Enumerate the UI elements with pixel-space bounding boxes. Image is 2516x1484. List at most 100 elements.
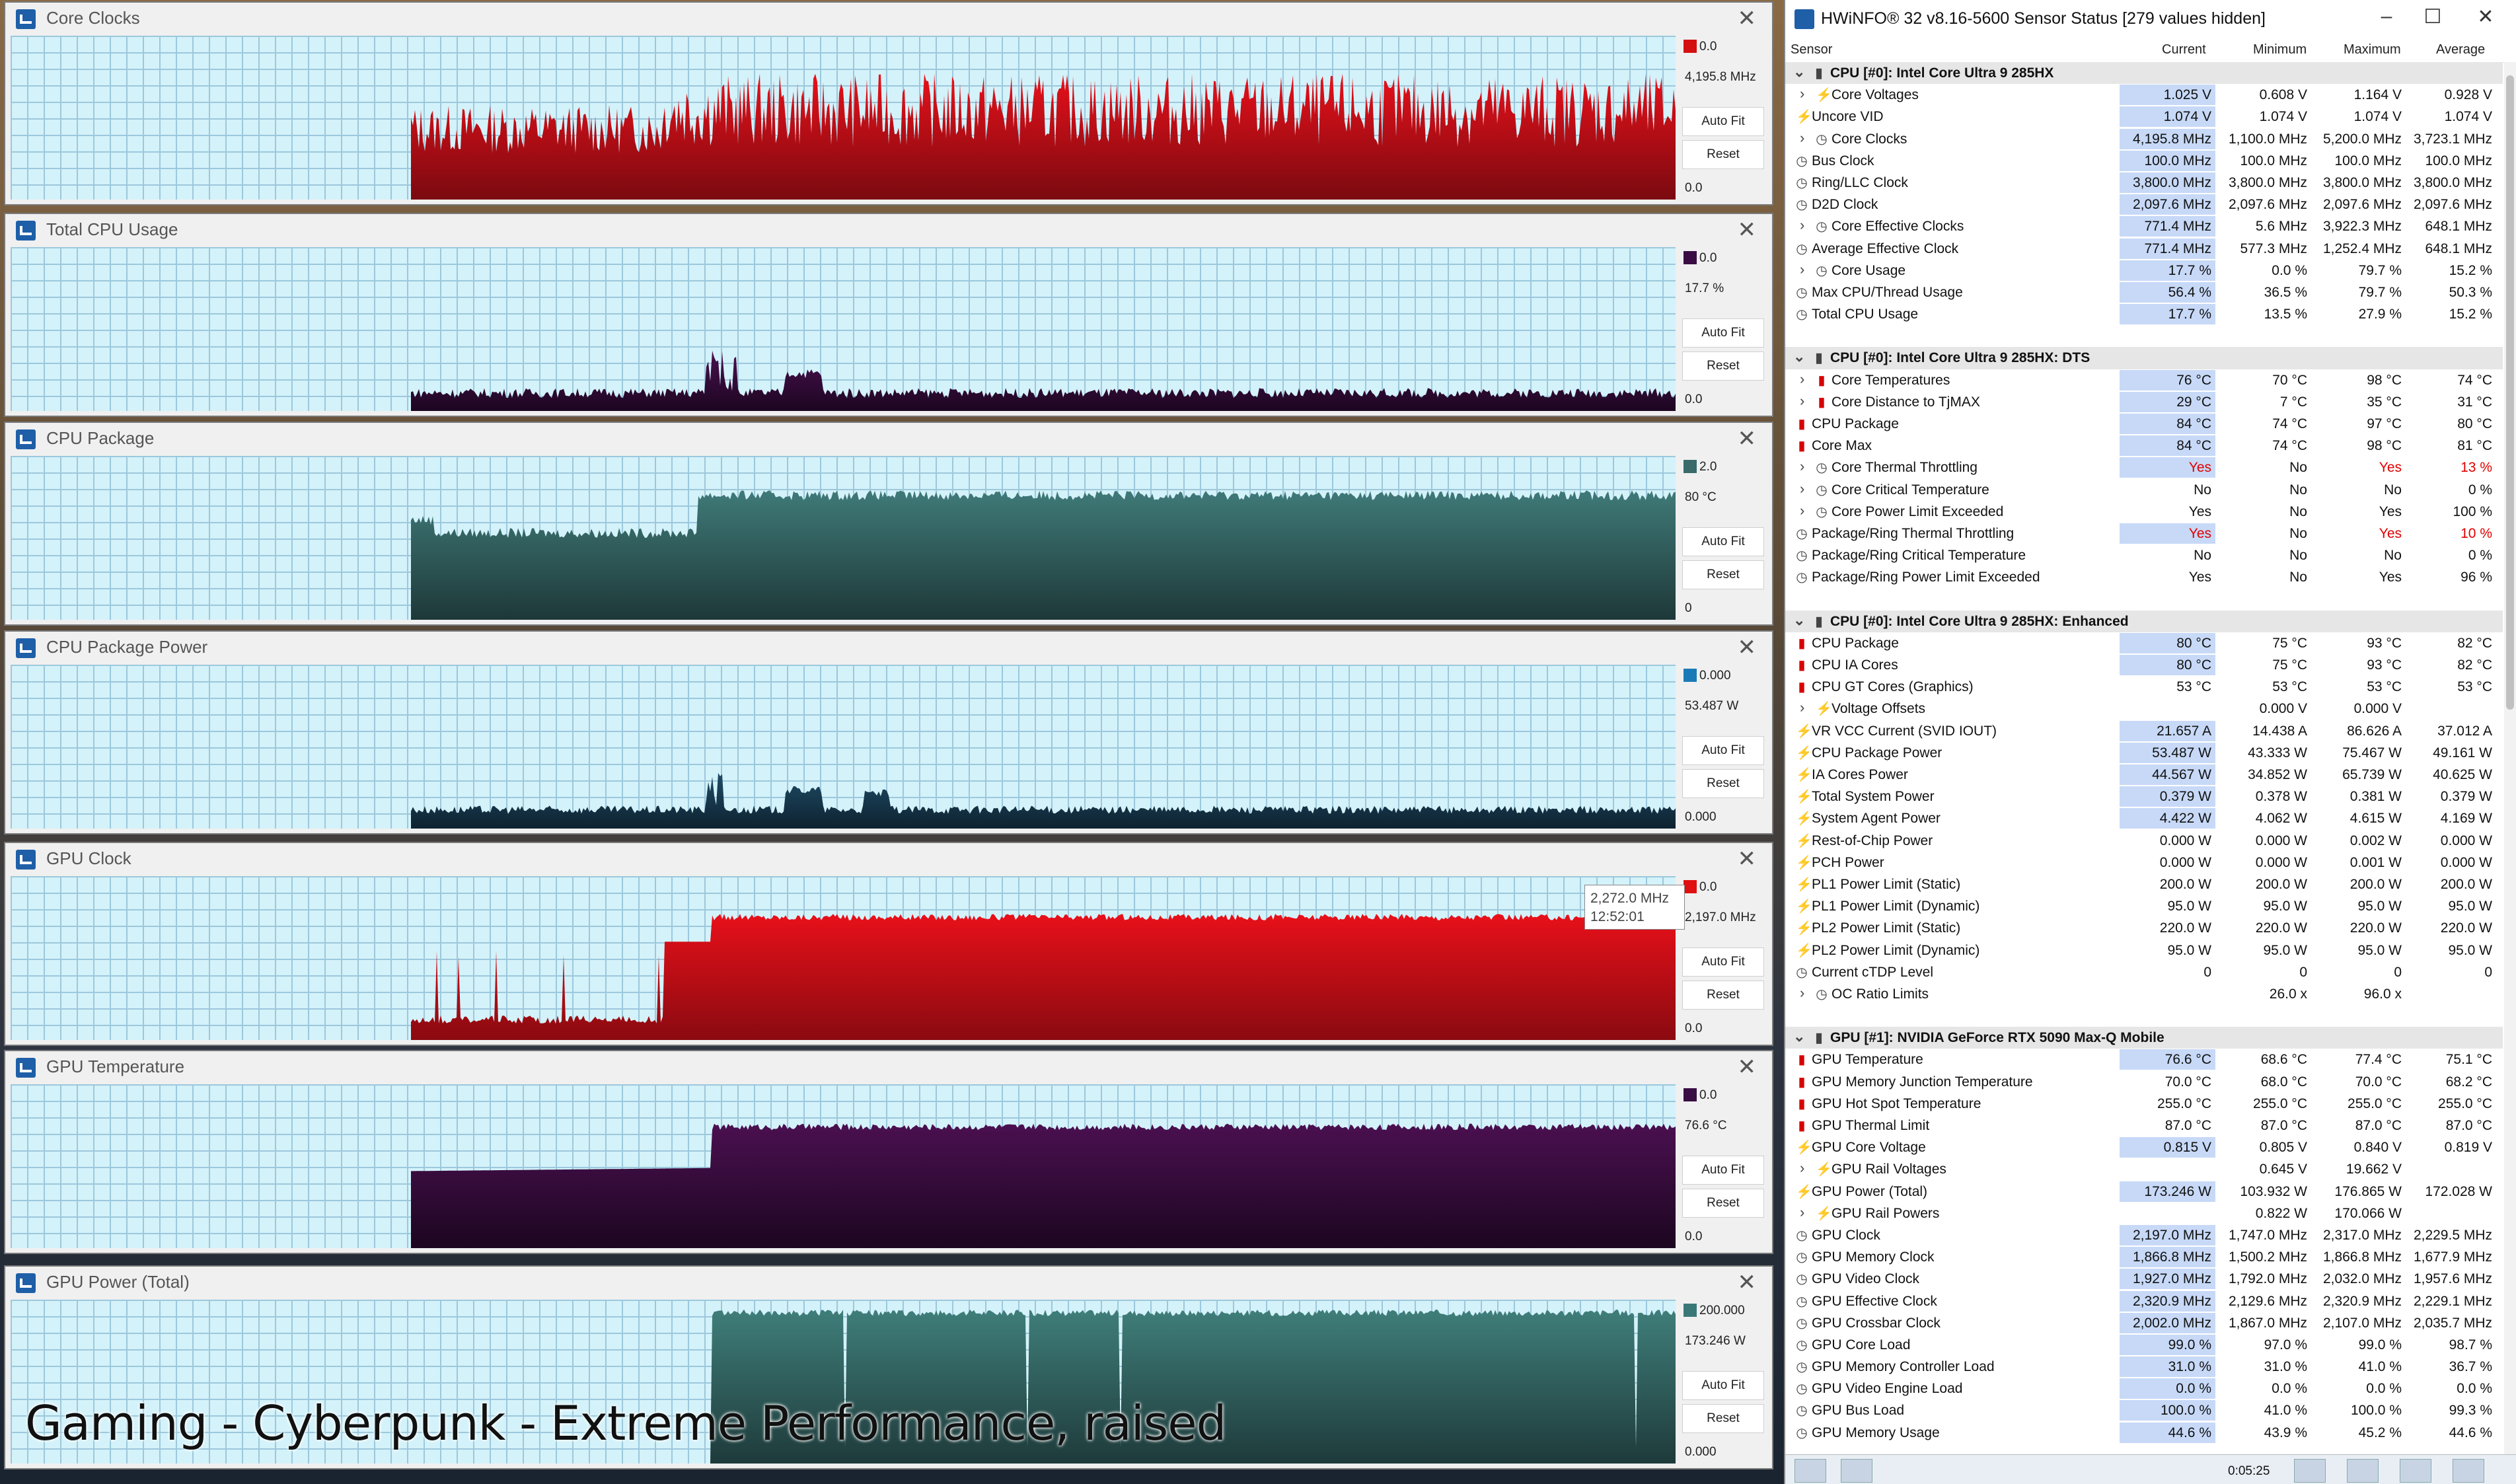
graph-titlebar[interactable]: Total CPU Usage ✕ <box>5 214 1772 247</box>
graph-close-button[interactable]: ✕ <box>1738 1269 1757 1296</box>
sensor-scrollbar[interactable] <box>2504 62 2516 1455</box>
sensor-row[interactable]: › ▮ Core Temperatures 76 °C 70 °C 98 °C … <box>1785 369 2503 391</box>
series-color-swatch[interactable] <box>1684 669 1697 682</box>
series-color-swatch[interactable] <box>1684 1304 1697 1317</box>
sensor-row[interactable]: › ◷ Core Usage 17.7 % 0.0 % 79.7 % 15.2 … <box>1785 260 2503 281</box>
sensor-row[interactable]: ⚡ Rest-of-Chip Power 0.000 W 0.000 W 0.0… <box>1785 830 2503 852</box>
sensor-row[interactable]: ◷ Max CPU/Thread Usage 56.4 % 36.5 % 79.… <box>1785 281 2503 303</box>
sensor-row[interactable]: ◷ GPU Memory Clock 1,866.8 MHz 1,500.2 M… <box>1785 1246 2503 1268</box>
sensor-row[interactable]: ⚡ CPU Package Power 53.487 W 43.333 W 75… <box>1785 742 2503 764</box>
graph-titlebar[interactable]: GPU Clock ✕ <box>5 843 1772 876</box>
sensor-group-header[interactable]: ⌄ ▮ CPU [#0]: Intel Core Ultra 9 285HX: … <box>1785 347 2503 369</box>
sensor-row[interactable]: › ⚡ GPU Rail Powers 0.822 W 170.066 W <box>1785 1203 2503 1224</box>
sensor-row[interactable]: ▮ Core Max 84 °C 74 °C 98 °C 81 °C <box>1785 435 2503 457</box>
sensor-row[interactable]: ⚡ PL1 Power Limit (Dynamic) 95.0 W 95.0 … <box>1785 895 2503 917</box>
maximize-button[interactable]: ☐ <box>2413 5 2453 28</box>
graph-titlebar[interactable]: Core Clocks ✕ <box>5 3 1772 36</box>
nav-back-icon[interactable] <box>1794 1459 1826 1483</box>
reset-button[interactable]: Reset <box>1682 981 1764 1010</box>
sensor-row[interactable]: ◷ Ring/LLC Clock 3,800.0 MHz 3,800.0 MHz… <box>1785 172 2503 194</box>
col-current[interactable]: Current <box>2162 42 2206 57</box>
minimize-button[interactable]: – <box>2367 5 2406 28</box>
sensor-row[interactable]: ⚡ VR VCC Current (SVID IOUT) 21.657 A 14… <box>1785 720 2503 742</box>
sensor-row[interactable]: ⚡ Total System Power 0.379 W 0.378 W 0.3… <box>1785 786 2503 807</box>
sensor-row[interactable]: ◷ GPU Core Load 99.0 % 97.0 % 99.0 % 98.… <box>1785 1334 2503 1356</box>
sensor-row[interactable]: ⚡ PL2 Power Limit (Static) 220.0 W 220.0… <box>1785 917 2503 939</box>
sensor-row[interactable]: › ◷ Core Thermal Throttling Yes No Yes 1… <box>1785 457 2503 478</box>
series-color-swatch[interactable] <box>1684 880 1697 893</box>
sensor-row[interactable]: ◷ GPU Video Engine Load 0.0 % 0.0 % 0.0 … <box>1785 1378 2503 1399</box>
graph-window[interactable]: CPU Package ✕ 2.0 80 °C Auto Fit Reset 0 <box>4 422 1773 626</box>
sensor-row[interactable]: ⚡ PL1 Power Limit (Static) 200.0 W 200.0… <box>1785 873 2503 895</box>
graph-titlebar[interactable]: GPU Power (Total) ✕ <box>5 1267 1772 1300</box>
graph-close-button[interactable]: ✕ <box>1738 217 1757 243</box>
sensor-row[interactable]: ◷ GPU Crossbar Clock 2,002.0 MHz 1,867.0… <box>1785 1312 2503 1334</box>
sensor-row[interactable]: ⚡ GPU Core Voltage 0.815 V 0.805 V 0.840… <box>1785 1136 2503 1158</box>
auto-fit-button[interactable]: Auto Fit <box>1682 1371 1764 1400</box>
settings-icon[interactable] <box>2400 1459 2431 1483</box>
graph-window[interactable]: CPU Package Power ✕ 0.000 53.487 W Auto … <box>4 630 1773 835</box>
sensor-row[interactable]: ⚡ PCH Power 0.000 W 0.000 W 0.001 W 0.00… <box>1785 852 2503 873</box>
graph-close-button[interactable]: ✕ <box>1738 846 1757 872</box>
sensor-row[interactable]: ◷ GPU Video Clock 1,927.0 MHz 1,792.0 MH… <box>1785 1268 2503 1290</box>
auto-fit-button[interactable]: Auto Fit <box>1682 1156 1764 1185</box>
series-color-swatch[interactable] <box>1684 460 1697 473</box>
close-sensor-icon[interactable] <box>2453 1459 2484 1483</box>
reset-button[interactable]: Reset <box>1682 140 1764 169</box>
sensor-row[interactable]: ◷ Package/Ring Power Limit Exceeded Yes … <box>1785 566 2503 588</box>
reset-button[interactable]: Reset <box>1682 560 1764 589</box>
collapse-chevron-icon[interactable]: ⌄ <box>1793 63 1805 81</box>
sensor-row[interactable]: ◷ Total CPU Usage 17.7 % 13.5 % 27.9 % 1… <box>1785 303 2503 325</box>
close-button[interactable]: ✕ <box>2466 5 2505 28</box>
sensor-row[interactable]: ▮ CPU IA Cores 80 °C 75 °C 93 °C 82 °C <box>1785 654 2503 676</box>
sensor-row[interactable]: ▮ CPU GT Cores (Graphics) 53 °C 53 °C 53… <box>1785 676 2503 698</box>
auto-fit-button[interactable]: Auto Fit <box>1682 107 1764 136</box>
sensor-row[interactable]: › ⚡ GPU Rail Voltages 0.645 V 19.662 V <box>1785 1158 2503 1180</box>
sensor-group-header[interactable]: ⌄ ▮ GPU [#1]: NVIDIA GeForce RTX 5090 Ma… <box>1785 1027 2503 1049</box>
auto-fit-button[interactable]: Auto Fit <box>1682 736 1764 765</box>
sensor-row[interactable]: ▮ GPU Thermal Limit 87.0 °C 87.0 °C 87.0… <box>1785 1115 2503 1136</box>
sensor-row[interactable]: ⚡ PL2 Power Limit (Dynamic) 95.0 W 95.0 … <box>1785 940 2503 961</box>
sensor-group-header[interactable]: ⌄ ▮ CPU [#0]: Intel Core Ultra 9 285HX <box>1785 62 2503 85</box>
sensor-row[interactable]: ◷ D2D Clock 2,097.6 MHz 2,097.6 MHz 2,09… <box>1785 194 2503 215</box>
graph-close-button[interactable]: ✕ <box>1738 5 1757 32</box>
col-average[interactable]: Average <box>2436 42 2485 57</box>
graph-titlebar[interactable]: GPU Temperature ✕ <box>5 1051 1772 1084</box>
series-color-swatch[interactable] <box>1684 40 1697 53</box>
graph-close-button[interactable]: ✕ <box>1738 1054 1757 1080</box>
reset-button[interactable]: Reset <box>1682 1189 1764 1218</box>
collapse-chevron-icon[interactable]: ⌄ <box>1793 612 1805 629</box>
sensor-row[interactable]: ⚡ GPU Power (Total) 173.246 W 103.932 W … <box>1785 1181 2503 1203</box>
sensor-row[interactable]: ▮ CPU Package 84 °C 74 °C 97 °C 80 °C <box>1785 413 2503 435</box>
graph-window[interactable]: GPU Clock ✕ 0.0 2,197.0 MHz Auto Fit Res… <box>4 842 1773 1046</box>
sensor-row[interactable]: ◷ Current cTDP Level 0 0 0 0 <box>1785 961 2503 983</box>
sensor-row[interactable]: › ◷ Core Effective Clocks 771.4 MHz 5.6 … <box>1785 215 2503 237</box>
sensor-row[interactable]: › ◷ Core Power Limit Exceeded Yes No Yes… <box>1785 501 2503 523</box>
sensor-row[interactable]: › ◷ OC Ratio Limits 26.0 x 96.0 x <box>1785 983 2503 1005</box>
sensor-row[interactable]: › ▮ Core Distance to TjMAX 29 °C 7 °C 35… <box>1785 391 2503 413</box>
collapse-chevron-icon[interactable]: ⌄ <box>1793 1028 1805 1045</box>
sensor-row[interactable]: › ⚡ Voltage Offsets 0.000 V 0.000 V <box>1785 698 2503 720</box>
auto-fit-button[interactable]: Auto Fit <box>1682 318 1764 348</box>
auto-fit-button[interactable]: Auto Fit <box>1682 947 1764 977</box>
col-sensor[interactable]: Sensor <box>1791 42 1832 57</box>
col-minimum[interactable]: Minimum <box>2253 42 2307 57</box>
sensor-row[interactable]: ▮ GPU Temperature 76.6 °C 68.6 °C 77.4 °… <box>1785 1049 2503 1070</box>
scroll-thumb[interactable] <box>2506 75 2514 710</box>
clock-icon[interactable] <box>2294 1459 2326 1483</box>
reset-button[interactable]: Reset <box>1682 352 1764 381</box>
sensor-row[interactable]: ◷ Bus Clock 100.0 MHz 100.0 MHz 100.0 MH… <box>1785 150 2503 172</box>
sensor-row[interactable]: ▮ CPU Package 80 °C 75 °C 93 °C 82 °C <box>1785 632 2503 654</box>
graph-titlebar[interactable]: CPU Package ✕ <box>5 423 1772 456</box>
sensor-row[interactable]: ◷ Average Effective Clock 771.4 MHz 577.… <box>1785 238 2503 260</box>
series-color-swatch[interactable] <box>1684 1088 1697 1101</box>
sensor-row[interactable]: ◷ GPU Bus Load 100.0 % 41.0 % 100.0 % 99… <box>1785 1399 2503 1421</box>
nav-forward-icon[interactable] <box>1841 1459 1872 1483</box>
col-maximum[interactable]: Maximum <box>2344 42 2401 57</box>
graph-close-button[interactable]: ✕ <box>1738 426 1757 452</box>
sensor-row[interactable]: ◷ Package/Ring Thermal Throttling Yes No… <box>1785 523 2503 544</box>
graph-titlebar[interactable]: CPU Package Power ✕ <box>5 632 1772 665</box>
sensor-row[interactable]: ⚡ System Agent Power 4.422 W 4.062 W 4.6… <box>1785 807 2503 829</box>
sensor-row[interactable]: › ◷ Core Clocks 4,195.8 MHz 1,100.0 MHz … <box>1785 128 2503 150</box>
sensor-row[interactable]: › ⚡ Core Voltages 1.025 V 0.608 V 1.164 … <box>1785 84 2503 106</box>
